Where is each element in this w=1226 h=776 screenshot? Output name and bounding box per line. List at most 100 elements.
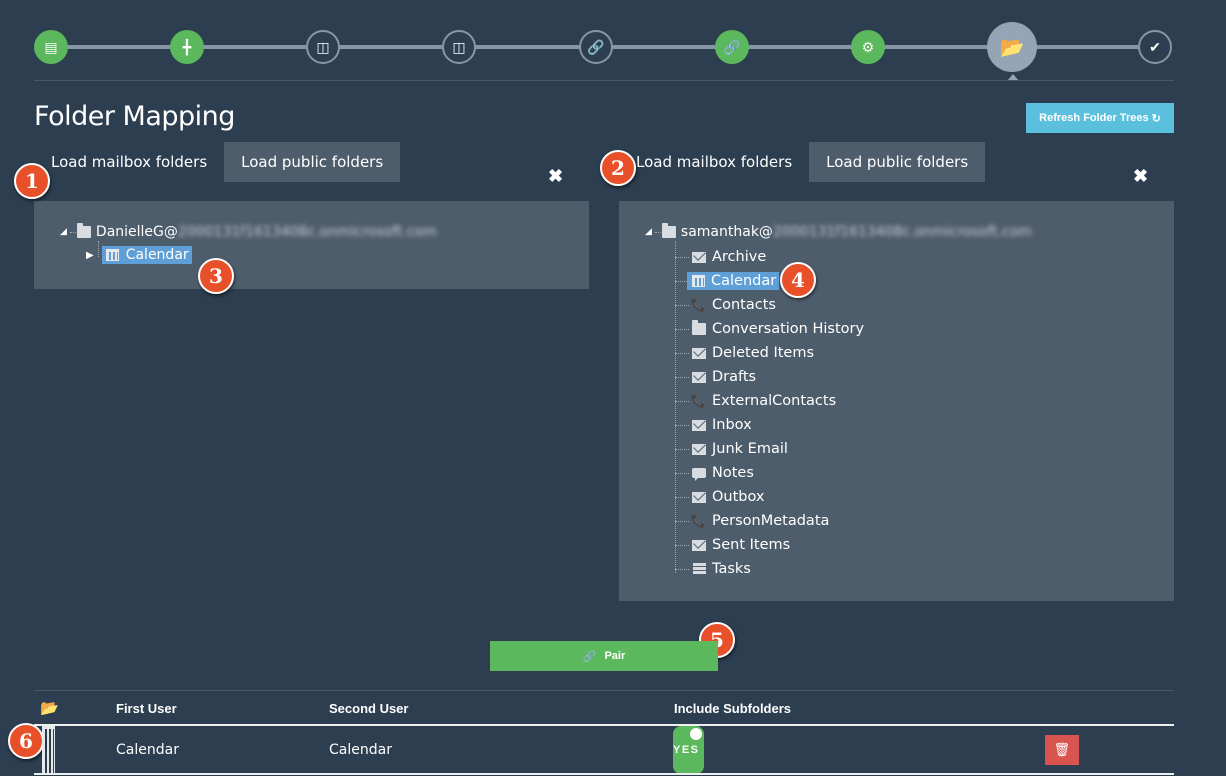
- calendar-icon: [690, 275, 706, 287]
- row-second-user: Calendar: [329, 742, 392, 758]
- selected-node[interactable]: Calendar: [101, 246, 192, 264]
- col-second-user: Second User: [329, 700, 409, 716]
- tree-item-archive[interactable]: Archive: [675, 245, 864, 269]
- right-folder-tree: ◢ samanthak@ 2000131f1613408c.onmicrosof…: [619, 201, 1174, 601]
- step-badge-1: 1: [14, 163, 50, 199]
- left-tree-root[interactable]: ◢ DanielleG@ 2000131f1613408c.onmicrosof…: [60, 223, 437, 240]
- expanded-triangle-icon[interactable]: ◢: [645, 227, 652, 237]
- delete-mapping-button[interactable]: 🗑: [1045, 735, 1079, 765]
- step-6-link-icon[interactable]: 🔗: [715, 30, 749, 64]
- step-7-gear-icon[interactable]: ⚙: [851, 30, 885, 64]
- envelope-icon: [691, 371, 707, 383]
- right-root-email-obscured: 2000131f1613408c.onmicrosoft.com: [772, 224, 1032, 240]
- step-badge-3: 3: [198, 258, 234, 294]
- row-first-user: Calendar: [116, 742, 179, 758]
- tree-item-label: Notes: [712, 465, 754, 481]
- left-close-icon[interactable]: ✖: [548, 166, 563, 187]
- table-divider: [34, 690, 1174, 691]
- envelope-icon: [691, 251, 707, 263]
- right-tree-list: Archive Calendar 📞 Contacts Conversation …: [675, 245, 864, 581]
- right-root-label: samanthak@: [680, 224, 773, 240]
- tree-item-notes[interactable]: Notes: [675, 461, 864, 485]
- col-first-user: First User: [116, 700, 177, 716]
- right-close-icon[interactable]: ✖: [1133, 166, 1148, 187]
- tree-item-label: Tasks: [712, 561, 751, 577]
- tree-item-drafts[interactable]: Drafts: [675, 365, 864, 389]
- tree-item-inbox[interactable]: Inbox: [675, 413, 864, 437]
- tree-item-conversation-history[interactable]: Conversation History: [675, 317, 864, 341]
- tree-item-label: Inbox: [712, 417, 752, 433]
- tree-item-person-metadata[interactable]: 📞 PersonMetadata: [675, 509, 864, 533]
- page-title: Folder Mapping: [34, 101, 235, 132]
- tree-item-calendar[interactable]: Calendar: [675, 269, 864, 293]
- tree-item-label: Outbox: [712, 489, 765, 505]
- left-item-label: Calendar: [125, 247, 189, 263]
- step-1-credit-card-icon[interactable]: ▤: [34, 30, 68, 64]
- pair-button[interactable]: 🔗 Pair: [490, 641, 718, 671]
- tree-item-label: Drafts: [712, 369, 757, 385]
- table-row: Calendar Calendar NO YES 🗑: [34, 726, 1174, 774]
- step-3-database-icon[interactable]: ◫: [306, 30, 340, 64]
- right-tree-root[interactable]: ◢ samanthak@ 2000131f1613408c.onmicrosof…: [645, 223, 1032, 240]
- refresh-label: Refresh Folder Trees: [1039, 112, 1149, 124]
- expanded-triangle-icon[interactable]: ◢: [60, 227, 67, 237]
- tree-item-label: Contacts: [712, 297, 776, 313]
- mapping-table-header: 📂 First User Second User Include Subfold…: [34, 692, 1174, 724]
- left-tab-public-folders[interactable]: Load public folders: [224, 142, 401, 182]
- tree-item-sent-items[interactable]: Sent Items: [675, 533, 864, 557]
- header-divider: [34, 80, 1174, 81]
- step-2-signpost-icon[interactable]: ╋: [170, 30, 204, 64]
- tree-item-tasks[interactable]: Tasks: [675, 557, 864, 581]
- tree-item-label: Deleted Items: [712, 345, 815, 361]
- tree-item-label: Sent Items: [712, 537, 791, 553]
- left-tabs: Load mailbox folders Load public folders: [34, 142, 401, 182]
- envelope-icon: [691, 347, 707, 359]
- folder-open-icon: [691, 320, 707, 335]
- step-badge-4: 4: [780, 262, 816, 298]
- step-8-folder-open-icon[interactable]: 📂: [987, 22, 1037, 72]
- left-root-email-obscured: 2000131f1613408c.onmicrosoft.com: [177, 224, 437, 240]
- folder-icon: [661, 223, 676, 238]
- comment-icon: [691, 468, 707, 481]
- envelope-icon: [691, 419, 707, 431]
- calendar-icon: [105, 249, 121, 261]
- step-9-check-icon[interactable]: ✔: [1138, 30, 1172, 64]
- col-include-subfolders: Include Subfolders: [674, 700, 792, 716]
- folder-open-icon: 📂: [40, 700, 59, 717]
- toggle-yes-label: YES: [673, 744, 700, 756]
- tree-item-label: Conversation History: [712, 321, 865, 337]
- tree-item-label: ExternalContacts: [712, 393, 837, 409]
- envelope-icon: [691, 443, 707, 455]
- row-rule: [34, 773, 1174, 775]
- envelope-icon: [691, 539, 707, 551]
- right-tabs: Load mailbox folders Load public folders: [619, 142, 986, 182]
- trash-icon: 🗑: [1053, 742, 1071, 757]
- tree-item-external-contacts[interactable]: 📞 ExternalContacts: [675, 389, 864, 413]
- step-5-link-icon[interactable]: 🔗: [579, 30, 613, 64]
- collapsed-triangle-icon[interactable]: ▶: [86, 250, 94, 261]
- left-tab-mailbox-folders[interactable]: Load mailbox folders: [34, 142, 225, 182]
- folder-icon: [76, 223, 91, 238]
- tree-item-label: Junk Email: [712, 441, 788, 457]
- step-4-database-icon[interactable]: ◫: [442, 30, 476, 64]
- left-root-label: DanielleG@: [95, 224, 178, 240]
- envelope-icon: [691, 491, 707, 503]
- left-tree-item-calendar[interactable]: ▶ Calendar: [86, 246, 192, 264]
- wizard-stepper: ▤ ╋ ◫ ◫ 🔗 🔗 ⚙ 📂 ✔: [34, 22, 1174, 72]
- tree-item-deleted-items[interactable]: Deleted Items: [675, 341, 864, 365]
- tree-item-junk-email[interactable]: Junk Email: [675, 437, 864, 461]
- step-badge-2: 2: [600, 150, 636, 186]
- refresh-folder-trees-button[interactable]: Refresh Folder Trees ↻: [1026, 103, 1174, 133]
- tree-item-label: PersonMetadata: [712, 513, 830, 529]
- tree-item-label: Calendar: [711, 273, 777, 289]
- pair-label: Pair: [604, 650, 626, 662]
- tree-item-label: Archive: [712, 249, 767, 265]
- link-icon: 🔗: [582, 650, 597, 663]
- phone-icon: 📞: [690, 393, 708, 409]
- tree-item-contacts[interactable]: 📞 Contacts: [675, 293, 864, 317]
- phone-icon: 📞: [690, 513, 708, 529]
- selected-node[interactable]: Calendar: [687, 272, 780, 290]
- right-tab-public-folders[interactable]: Load public folders: [809, 142, 986, 182]
- right-tab-mailbox-folders[interactable]: Load mailbox folders: [619, 142, 810, 182]
- tree-item-outbox[interactable]: Outbox: [675, 485, 864, 509]
